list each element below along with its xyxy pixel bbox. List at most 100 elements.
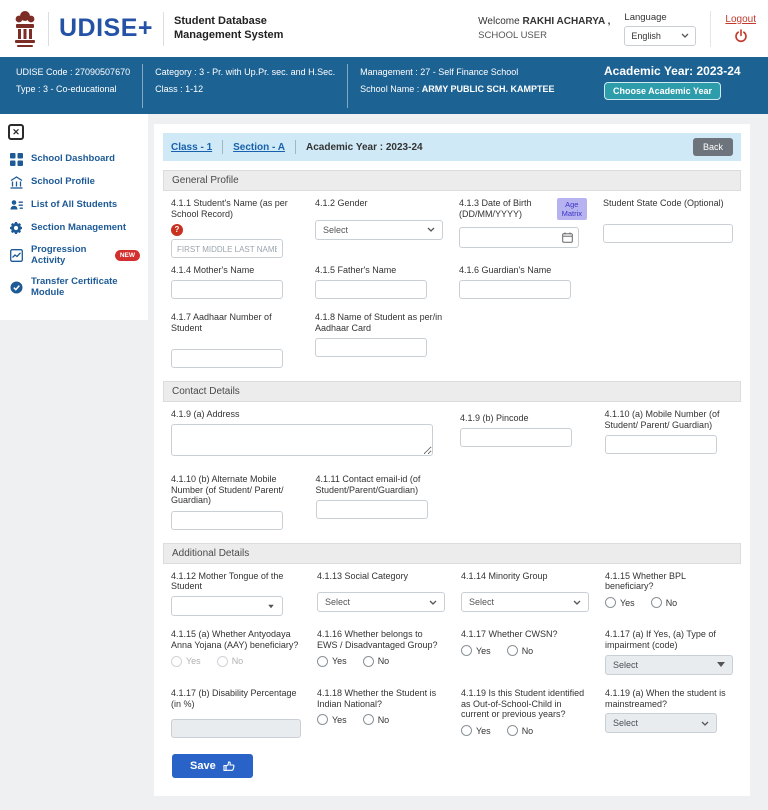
aay-radio-group: Yes No	[171, 655, 301, 667]
pincode-input[interactable]	[460, 428, 572, 448]
indian-national-yes-radio[interactable]: Yes	[317, 714, 347, 726]
india-emblem-icon	[15, 10, 35, 47]
back-button[interactable]: Back	[692, 138, 733, 156]
field-mobile-number: 4.1.10 (a) Mobile Number (of Student/ Pa…	[604, 409, 734, 461]
oos-yes-radio[interactable]: Yes	[461, 725, 491, 737]
age-matrix-badge[interactable]: Age Matrix	[556, 198, 587, 220]
contact-email-input[interactable]	[315, 499, 428, 519]
guardian-name-input[interactable]	[459, 280, 571, 300]
alt-mobile-number-input[interactable]	[171, 510, 283, 530]
chevron-down-icon	[429, 600, 437, 605]
mainstreamed-select[interactable]: Select	[605, 713, 717, 734]
dob-input[interactable]	[459, 226, 579, 248]
field-social-category: 4.1.13 Social Category Select	[317, 571, 445, 617]
indian-national-no-radio[interactable]: No	[362, 714, 389, 726]
divider	[163, 11, 165, 46]
field-cwsn: 4.1.17 Whether CWSN? Yes No	[461, 623, 589, 675]
sidebar-item-section-management[interactable]: Section Management	[0, 217, 148, 240]
chart-icon	[10, 249, 23, 263]
field-ews-group: 4.1.16 Whether belongs to EWS / Disadvan…	[317, 623, 445, 675]
school-type: Type : 3 - Co-educational	[16, 84, 117, 95]
cwsn-yes-radio[interactable]: Yes	[461, 645, 491, 657]
section-header-contact-details: Contact Details	[163, 380, 741, 402]
gears-icon	[10, 222, 22, 234]
school-management-block: Management : 27 - Self Finance School Sc…	[347, 64, 566, 108]
impairment-type-select[interactable]: Select	[605, 654, 733, 675]
class-range: Class : 1-12	[155, 84, 204, 95]
close-icon[interactable]: ✕	[8, 124, 24, 140]
mobile-number-input[interactable]	[604, 435, 717, 455]
field-pincode: 4.1.9 (b) Pincode	[460, 409, 589, 461]
gender-select[interactable]: Select	[315, 219, 443, 240]
field-contact-email: 4.1.11 Contact email-id (of Student/Pare…	[315, 468, 445, 530]
brand-logo: UDISE+	[59, 14, 154, 42]
language-label: Language	[624, 11, 667, 23]
state-code-input[interactable]	[603, 223, 733, 243]
field-indian-national: 4.1.18 Whether the Student is Indian Nat…	[317, 682, 445, 739]
save-button[interactable]: Save	[172, 754, 253, 779]
dropdown-arrow-icon	[717, 662, 725, 668]
logout-link[interactable]: Logout	[725, 14, 756, 25]
oos-no-radio[interactable]: No	[506, 725, 533, 737]
user-name: RAKHI ACHARYA ,	[522, 15, 611, 27]
bpl-no-radio[interactable]: No	[650, 597, 677, 609]
section-header-additional-details: Additional Details	[163, 542, 741, 564]
mother-tongue-select[interactable]	[171, 596, 283, 617]
address-textarea[interactable]	[171, 423, 433, 456]
field-aay-beneficiary: 4.1.15 (a) Whether Antyodaya Anna Yojana…	[171, 623, 301, 675]
context-strip: Class - 1 Section - A Academic Year : 20…	[163, 133, 741, 161]
thumbs-up-icon	[223, 761, 235, 772]
ews-yes-radio[interactable]: Yes	[317, 655, 347, 667]
choose-academic-year-button[interactable]: Choose Academic Year	[604, 82, 722, 101]
bpl-radio-group: Yes No	[605, 597, 733, 609]
student-name-input[interactable]	[171, 239, 283, 259]
cwsn-no-radio[interactable]: No	[506, 645, 533, 657]
school-category: Category : 3 - Pr. with Up.Pr. sec. and …	[155, 67, 336, 77]
minority-group-select[interactable]: Select	[461, 592, 589, 613]
mother-name-input[interactable]	[171, 280, 283, 300]
divider	[710, 10, 712, 47]
main-content: Class - 1 Section - A Academic Year : 20…	[154, 124, 750, 797]
contact-details-grid: 4.1.9 (a) Address 4.1.9 (b) Pincode 4.1.…	[163, 402, 741, 534]
sidebar-item-transfer-certificate-module[interactable]: Transfer Certificate Module	[0, 272, 148, 304]
field-mother-name: 4.1.4 Mother's Name	[171, 265, 299, 300]
field-aadhaar-number: 4.1.7 Aadhaar Number of Student	[171, 306, 299, 368]
user-role: SCHOOL USER	[478, 29, 547, 41]
calendar-icon	[562, 232, 573, 243]
divider	[48, 11, 49, 46]
out-of-school-radio-group: Yes No	[461, 725, 589, 737]
ews-no-radio[interactable]: No	[362, 655, 389, 667]
class-link[interactable]: Class - 1	[171, 142, 212, 153]
cwsn-radio-group: Yes No	[461, 645, 589, 657]
section-link[interactable]: Section - A	[233, 142, 285, 153]
bpl-yes-radio[interactable]: Yes	[605, 597, 635, 609]
divider	[295, 140, 296, 154]
aadhaar-number-input[interactable]	[171, 348, 283, 368]
ews-radio-group: Yes No	[317, 655, 445, 667]
sidebar-item-school-dashboard[interactable]: School Dashboard	[0, 148, 148, 171]
sidebar-item-list-of-all-students[interactable]: List of All Students	[0, 194, 148, 217]
top-header: UDISE+ Student Database Management Syste…	[0, 0, 768, 57]
sidebar-item-progression-activity[interactable]: Progression Activity NEW	[0, 240, 148, 272]
school-info-bar: UDISE Code : 27090507670 Type : 3 - Co-e…	[0, 57, 768, 114]
language-select[interactable]: English	[624, 25, 697, 46]
academic-year-label: Academic Year : 2023-24	[306, 141, 423, 153]
aay-yes-radio: Yes	[171, 655, 201, 667]
sidebar-item-school-profile[interactable]: School Profile	[0, 171, 148, 194]
social-category-select[interactable]: Select	[317, 592, 445, 613]
page: UDISE+ Student Database Management Syste…	[0, 0, 768, 810]
field-bpl-beneficiary: 4.1.15 Whether BPL beneficiary? Yes No	[605, 571, 733, 617]
academic-year-block: Academic Year: 2023-24 Choose Academic Y…	[596, 64, 756, 108]
school-name: School Name : ARMY PUBLIC SCH. KAMPTEE	[360, 84, 555, 95]
aadhaar-name-input[interactable]	[315, 338, 427, 358]
section-header-general-profile: General Profile	[163, 170, 741, 191]
sidebar: ✕ School Dashboard School Profile List o…	[0, 114, 148, 320]
new-badge: NEW	[114, 250, 140, 262]
father-name-input[interactable]	[315, 280, 427, 300]
field-out-of-school: 4.1.19 Is this Student identified as Out…	[461, 682, 589, 739]
field-aadhaar-name: 4.1.8 Name of Student as per/in Aadhaar …	[315, 306, 443, 368]
divider	[222, 140, 224, 154]
required-help-icon[interactable]: ?	[171, 223, 183, 236]
field-minority-group: 4.1.14 Minority Group Select	[461, 571, 589, 617]
power-icon[interactable]	[734, 29, 748, 43]
